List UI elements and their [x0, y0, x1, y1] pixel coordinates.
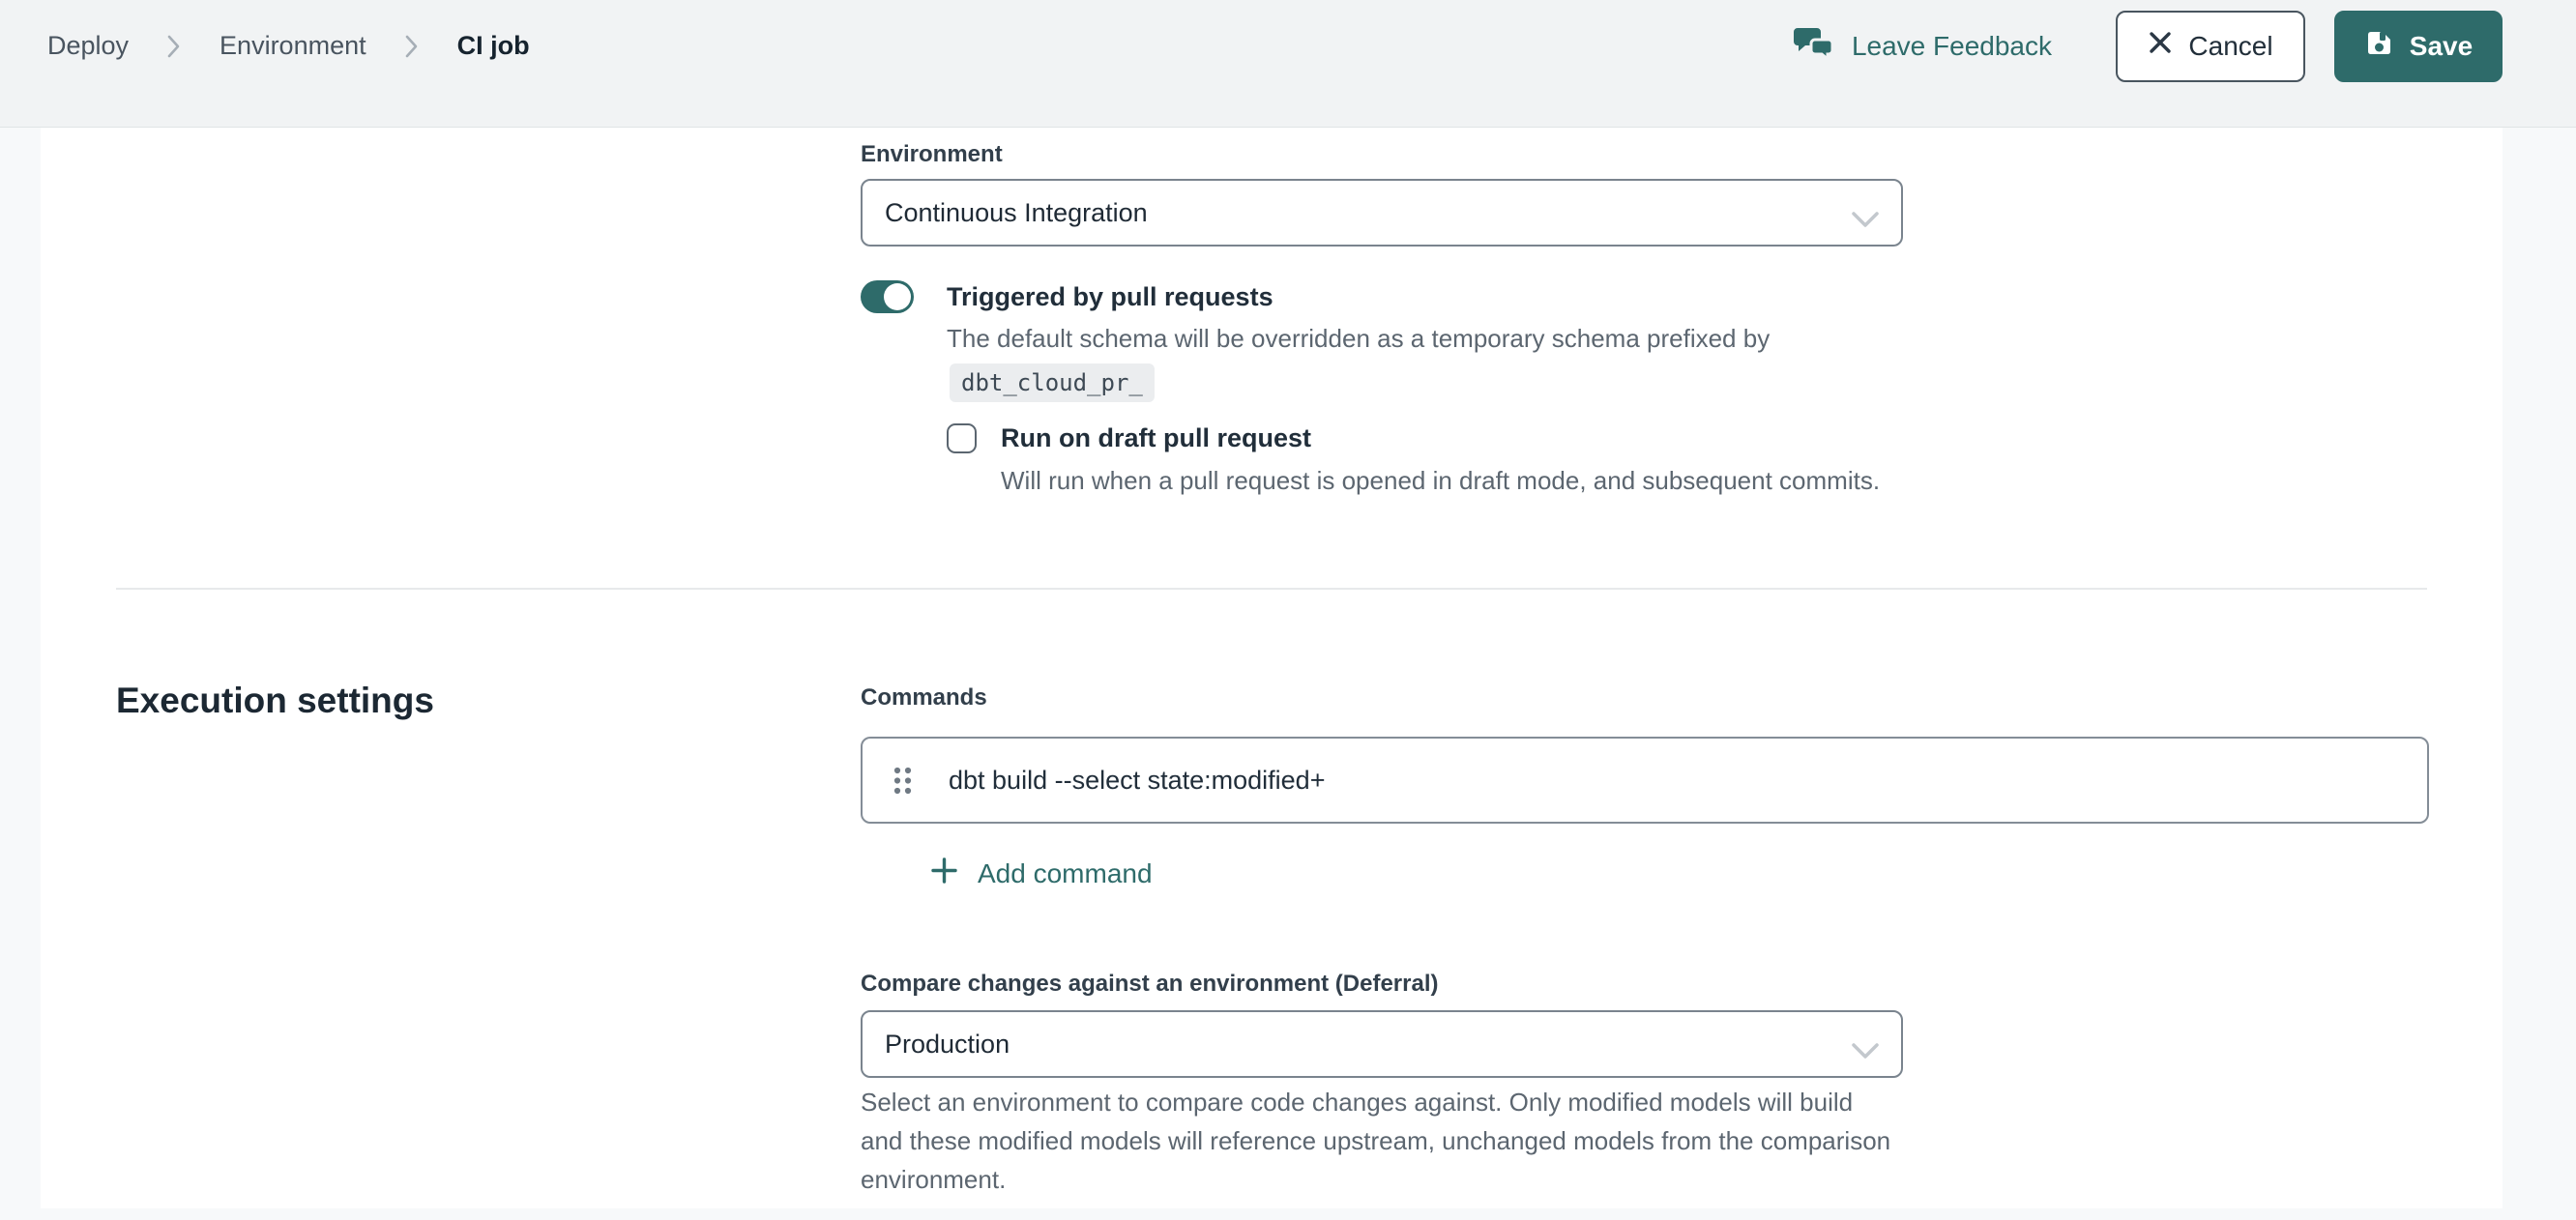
- toggle-knob: [884, 283, 911, 310]
- add-command-button[interactable]: Add command: [930, 857, 1153, 891]
- command-row[interactable]: dbt build --select state:modified+: [861, 737, 2429, 824]
- settings-panel: Environment Continuous Integration Trigg…: [41, 128, 2503, 1208]
- deferral-field-label: Compare changes against an environment (…: [861, 971, 1439, 998]
- execution-settings-heading: Execution settings: [116, 681, 434, 721]
- command-input[interactable]: dbt build --select state:modified+: [949, 766, 1325, 796]
- save-button[interactable]: Save: [2334, 11, 2503, 82]
- deferral-select-value: Production: [885, 1030, 1010, 1060]
- chevron-down-icon: [1851, 1037, 1880, 1067]
- save-button-label: Save: [2410, 31, 2473, 62]
- chevron-right-icon: [167, 34, 181, 59]
- top-bar: Deploy Environment CI job Leave Feedback…: [0, 0, 2576, 128]
- chevron-right-icon: [405, 34, 419, 59]
- cancel-button[interactable]: Cancel: [2116, 11, 2305, 82]
- save-floppy-icon: [2364, 28, 2394, 65]
- breadcrumb-ci-job: CI job: [457, 31, 530, 61]
- header-actions: Leave Feedback Cancel Save: [1794, 11, 2503, 82]
- pr-trigger-label: Triggered by pull requests: [947, 282, 1273, 312]
- breadcrumb: Deploy Environment CI job: [47, 31, 530, 61]
- breadcrumb-deploy[interactable]: Deploy: [47, 31, 129, 61]
- pr-trigger-toggle[interactable]: [861, 280, 914, 313]
- section-divider: [116, 588, 2427, 590]
- feedback-chat-icon: [1794, 24, 1836, 68]
- environment-select[interactable]: Continuous Integration: [861, 179, 1903, 247]
- environment-select-value: Continuous Integration: [885, 198, 1148, 228]
- deferral-description: Select an environment to compare code ch…: [861, 1083, 1891, 1199]
- plus-icon: [930, 857, 958, 891]
- leave-feedback-label: Leave Feedback: [1852, 31, 2052, 62]
- environment-field-label: Environment: [861, 141, 1003, 168]
- chevron-down-icon: [1851, 206, 1880, 236]
- schema-prefix-code: dbt_cloud_pr_: [950, 363, 1155, 402]
- commands-field-label: Commands: [861, 684, 987, 712]
- pr-trigger-description: The default schema will be overridden as…: [947, 319, 1875, 358]
- deferral-select[interactable]: Production: [861, 1010, 1903, 1078]
- run-on-draft-label: Run on draft pull request: [1001, 423, 1311, 453]
- close-icon: [2148, 30, 2173, 62]
- drag-handle-icon[interactable]: [892, 765, 914, 797]
- run-on-draft-description: Will run when a pull request is opened i…: [1001, 461, 1968, 500]
- leave-feedback-button[interactable]: Leave Feedback: [1794, 24, 2052, 68]
- run-on-draft-checkbox[interactable]: [947, 423, 977, 453]
- breadcrumb-environment[interactable]: Environment: [220, 31, 366, 61]
- cancel-button-label: Cancel: [2188, 31, 2272, 62]
- add-command-label: Add command: [978, 858, 1153, 889]
